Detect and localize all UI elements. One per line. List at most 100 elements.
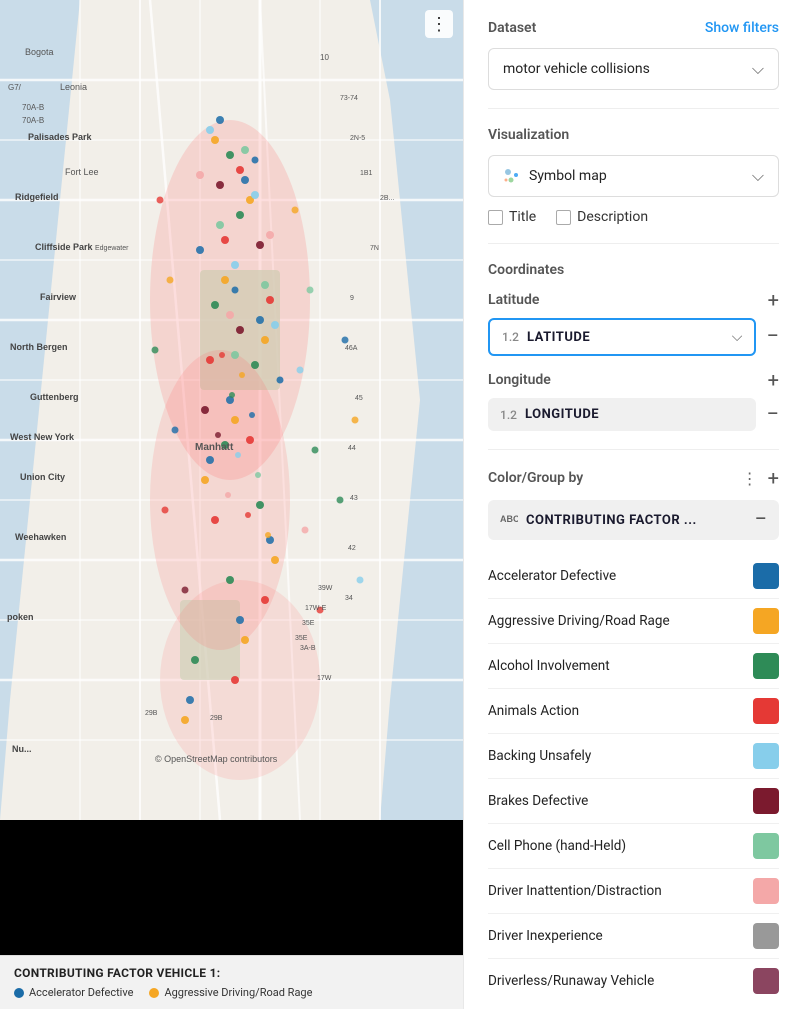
- svg-text:Ridgefield: Ridgefield: [15, 192, 59, 202]
- visualization-section-header: Visualization: [488, 127, 779, 143]
- checkbox-row: Title Description: [488, 209, 779, 225]
- svg-text:10: 10: [320, 53, 329, 62]
- color-swatch: [753, 833, 779, 859]
- latitude-field-arrow: ⌵: [732, 329, 743, 345]
- map-legend-title: CONTRIBUTING FACTOR VEHICLE 1:: [14, 966, 449, 980]
- latitude-add-button[interactable]: +: [768, 290, 779, 310]
- svg-text:Weehawken: Weehawken: [15, 532, 66, 542]
- list-item: Accelerator Defective: [488, 554, 779, 599]
- show-filters-link[interactable]: Show filters: [705, 20, 779, 36]
- longitude-label: Longitude: [488, 372, 551, 388]
- longitude-add-button[interactable]: +: [768, 370, 779, 390]
- divider-1: [488, 108, 779, 109]
- legend-item-name: Driver Inexperience: [488, 928, 603, 944]
- longitude-field-num: 1.2: [500, 408, 517, 422]
- svg-text:1B1: 1B1: [360, 170, 373, 177]
- svg-text:9: 9: [350, 295, 354, 302]
- cf-remove-button[interactable]: −: [754, 509, 767, 531]
- latitude-remove-button[interactable]: −: [766, 326, 779, 348]
- description-checkbox-item[interactable]: Description: [556, 209, 648, 225]
- color-swatch: [753, 698, 779, 724]
- svg-text:17W-E: 17W-E: [305, 605, 327, 612]
- list-item: Animals Action: [488, 689, 779, 734]
- dataset-dropdown[interactable]: motor vehicle collisions ⌵: [488, 48, 779, 90]
- latitude-field: 1.2 LATITUDE ⌵ −: [488, 318, 779, 356]
- longitude-label-row: Longitude +: [488, 370, 779, 390]
- longitude-field-inner[interactable]: 1.2 LONGITUDE: [488, 398, 756, 431]
- svg-text:45: 45: [355, 395, 363, 402]
- legend-item-accelerator: Accelerator Defective: [14, 986, 133, 999]
- color-swatch: [753, 563, 779, 589]
- svg-text:46A: 46A: [345, 345, 358, 352]
- contributing-factor-row[interactable]: ABC CONTRIBUTING FACTOR ... −: [488, 500, 779, 540]
- longitude-remove-button[interactable]: −: [766, 404, 779, 426]
- legend-item-name: Brakes Defective: [488, 793, 588, 809]
- divider-2: [488, 243, 779, 244]
- map-legend: CONTRIBUTING FACTOR VEHICLE 1: Accelerat…: [0, 955, 463, 1009]
- cf-left: ABC CONTRIBUTING FACTOR ...: [500, 511, 697, 529]
- legend-item-name: Backing Unsafely: [488, 748, 591, 764]
- legend-item-name: Driverless/Runaway Vehicle: [488, 973, 654, 989]
- color-swatch: [753, 788, 779, 814]
- latitude-field-inner[interactable]: 1.2 LATITUDE ⌵: [488, 318, 756, 356]
- svg-text:73-74: 73-74: [340, 95, 358, 102]
- svg-text:39W: 39W: [318, 585, 333, 592]
- color-group-more-button[interactable]: ⋮: [742, 469, 758, 488]
- visualization-label: Visualization: [488, 127, 569, 143]
- legend-label-accelerator: Accelerator Defective: [29, 986, 133, 999]
- title-checkbox-label: Title: [509, 209, 536, 225]
- dataset-dropdown-arrow: ⌵: [752, 59, 764, 79]
- legend-dot-aggressive: [149, 988, 159, 998]
- divider-3: [488, 449, 779, 450]
- svg-text:44: 44: [348, 445, 356, 452]
- svg-text:70A-B: 70A-B: [22, 103, 44, 112]
- svg-text:poken: poken: [7, 612, 34, 622]
- longitude-field-text: LONGITUDE: [525, 407, 599, 422]
- svg-text:North Bergen: North Bergen: [10, 342, 68, 352]
- title-checkbox[interactable]: [488, 210, 503, 225]
- legend-color-list: Accelerator Defective Aggressive Driving…: [488, 554, 779, 1003]
- legend-dot-accelerator: [14, 988, 24, 998]
- svg-text:70A-B: 70A-B: [22, 116, 44, 125]
- svg-text:Bogota: Bogota: [25, 47, 54, 57]
- svg-text:Guttenberg: Guttenberg: [30, 392, 79, 402]
- viz-dropdown-left: Symbol map: [503, 167, 607, 185]
- color-swatch: [753, 878, 779, 904]
- title-checkbox-item[interactable]: Title: [488, 209, 536, 225]
- latitude-label: Latitude: [488, 292, 539, 308]
- svg-text:Nu...: Nu...: [12, 744, 32, 754]
- svg-text:ABC: ABC: [500, 514, 518, 524]
- dataset-section-header: Dataset Show filters: [488, 20, 779, 36]
- dataset-value: motor vehicle collisions: [503, 61, 650, 77]
- visualization-dropdown[interactable]: Symbol map ⌵: [488, 155, 779, 197]
- coordinates-label: Coordinates: [488, 262, 564, 278]
- color-swatch: [753, 743, 779, 769]
- color-swatch: [753, 923, 779, 949]
- color-swatch: [753, 608, 779, 634]
- list-item: Alcohol Involvement: [488, 644, 779, 689]
- viz-value: Symbol map: [529, 168, 607, 184]
- svg-text:3A-B: 3A-B: [300, 645, 316, 652]
- legend-item-name: Cell Phone (hand-Held): [488, 838, 626, 854]
- list-item: Aggressive Driving/Road Rage: [488, 599, 779, 644]
- latitude-field-text: LATITUDE: [527, 330, 590, 345]
- color-group-add-button[interactable]: +: [768, 468, 779, 488]
- list-item: Backing Unsafely: [488, 734, 779, 779]
- svg-text:29B: 29B: [210, 715, 223, 722]
- cf-text: CONTRIBUTING FACTOR ...: [526, 513, 697, 528]
- map-panel: © OpenStreetMap contributors Bogota G7/ …: [0, 0, 463, 1009]
- svg-text:2B...: 2B...: [380, 195, 394, 202]
- legend-item-name: Alcohol Involvement: [488, 658, 610, 674]
- latitude-row: Latitude + 1.2 LATITUDE ⌵ −: [488, 290, 779, 356]
- legend-label-aggressive: Aggressive Driving/Road Rage: [164, 986, 312, 999]
- svg-text:Leonia: Leonia: [60, 82, 87, 92]
- color-group-label: Color/Group by: [488, 470, 583, 486]
- viz-dropdown-arrow: ⌵: [752, 166, 764, 186]
- map-container: © OpenStreetMap contributors Bogota G7/ …: [0, 0, 463, 820]
- map-more-button[interactable]: ⋮: [425, 10, 453, 38]
- description-checkbox-label: Description: [577, 209, 648, 225]
- right-panel: Dataset Show filters motor vehicle colli…: [463, 0, 803, 1009]
- legend-item-name: Accelerator Defective: [488, 568, 616, 584]
- description-checkbox[interactable]: [556, 210, 571, 225]
- coordinates-section-header: Coordinates: [488, 262, 779, 278]
